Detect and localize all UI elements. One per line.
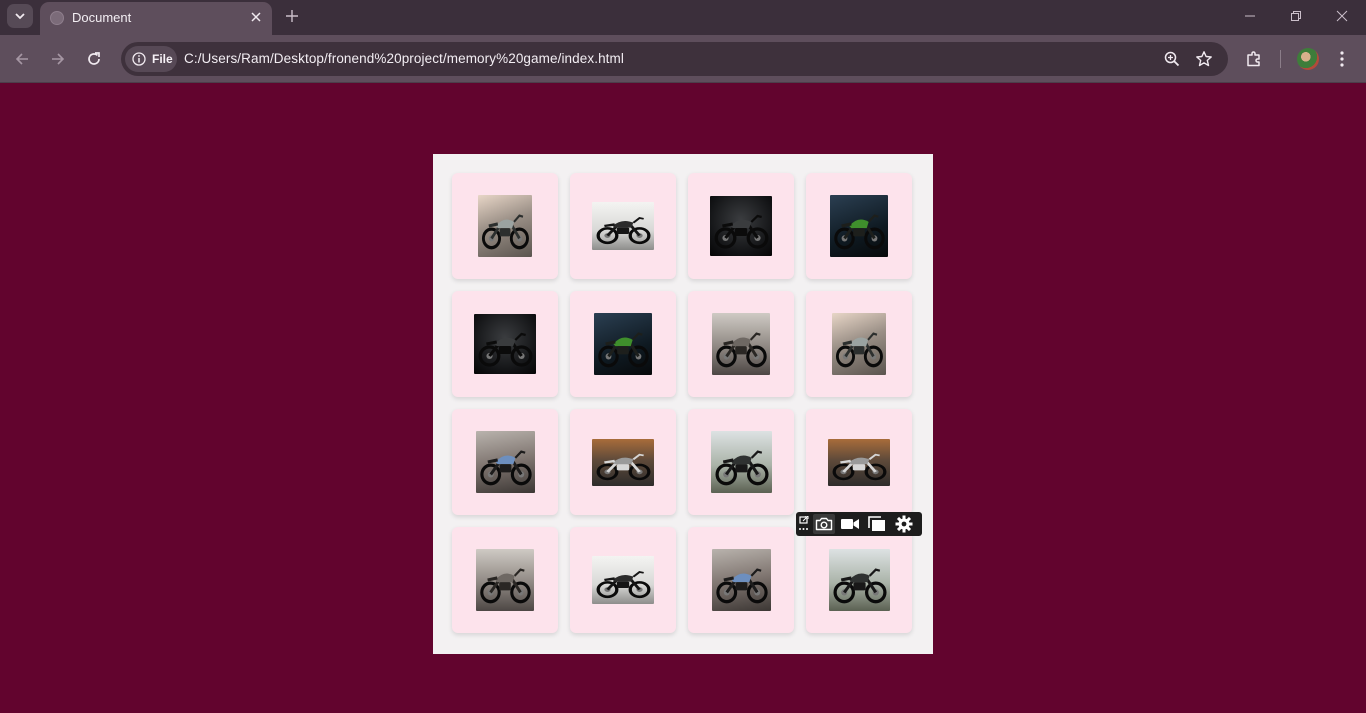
video-icon[interactable] [839, 514, 861, 534]
memory-card[interactable] [688, 527, 794, 633]
motorcycle-image [592, 556, 654, 604]
profile-avatar[interactable] [1297, 48, 1319, 70]
memory-card[interactable] [806, 527, 912, 633]
tab-search-icon[interactable] [7, 4, 33, 28]
memory-card[interactable] [688, 409, 794, 515]
browser-toolbar: File C:/Users/Ram/Desktop/fronend%20proj… [0, 35, 1366, 83]
minimize-icon[interactable] [1227, 4, 1273, 28]
motorcycle-image [476, 549, 534, 611]
memory-card[interactable] [570, 527, 676, 633]
memory-card[interactable] [570, 291, 676, 397]
memory-card[interactable] [452, 173, 558, 279]
toolbar-separator [1280, 50, 1281, 68]
tab-title: Document [72, 10, 132, 25]
forward-icon[interactable] [46, 47, 70, 71]
memory-card[interactable] [452, 527, 558, 633]
motorcycle-image [712, 313, 770, 375]
settings-icon[interactable] [893, 514, 915, 534]
memory-card[interactable] [570, 173, 676, 279]
new-tab-icon[interactable] [282, 6, 302, 26]
menu-icon[interactable] [1330, 47, 1354, 71]
restore-icon[interactable] [1273, 4, 1319, 28]
back-icon[interactable] [10, 47, 34, 71]
motorcycle-image [828, 439, 890, 486]
bookmark-star-icon[interactable] [1195, 50, 1213, 68]
motorcycle-image [474, 314, 536, 374]
extensions-icon[interactable] [1242, 47, 1266, 71]
tab-strip: Document [0, 0, 1366, 35]
info-icon [132, 52, 146, 66]
motorcycle-image [592, 439, 654, 486]
motorcycle-image [829, 549, 890, 611]
reload-icon[interactable] [82, 47, 106, 71]
memory-card[interactable] [688, 173, 794, 279]
camera-icon[interactable] [813, 514, 835, 534]
memory-card[interactable] [806, 409, 912, 515]
motorcycle-image [711, 431, 772, 493]
motorcycle-image [594, 313, 652, 375]
site-chip-label: File [152, 52, 173, 66]
url-text[interactable]: C:/Users/Ram/Desktop/fronend%20project/m… [184, 51, 624, 66]
tab-close-icon[interactable] [248, 9, 264, 25]
active-tab[interactable]: Document [40, 2, 272, 35]
motorcycle-image [712, 549, 771, 611]
window-icon[interactable] [866, 514, 888, 534]
memory-game-board [433, 154, 933, 654]
motorcycle-image [476, 431, 535, 493]
motorcycle-image [832, 313, 886, 375]
memory-card[interactable] [570, 409, 676, 515]
motorcycle-image [710, 196, 772, 256]
motorcycle-image [478, 195, 532, 257]
memory-card[interactable] [806, 291, 912, 397]
window-close-icon[interactable] [1319, 4, 1365, 28]
motorcycle-image [830, 195, 888, 257]
site-info-chip[interactable]: File [125, 46, 177, 72]
zoom-icon[interactable] [1163, 50, 1181, 68]
popout-icon[interactable] [796, 514, 812, 534]
memory-card[interactable] [452, 291, 558, 397]
capture-toolbar [796, 512, 922, 536]
memory-card[interactable] [806, 173, 912, 279]
address-bar[interactable]: File C:/Users/Ram/Desktop/fronend%20proj… [121, 42, 1228, 76]
memory-card[interactable] [452, 409, 558, 515]
memory-card[interactable] [688, 291, 794, 397]
globe-icon [50, 11, 64, 25]
motorcycle-image [592, 202, 654, 250]
